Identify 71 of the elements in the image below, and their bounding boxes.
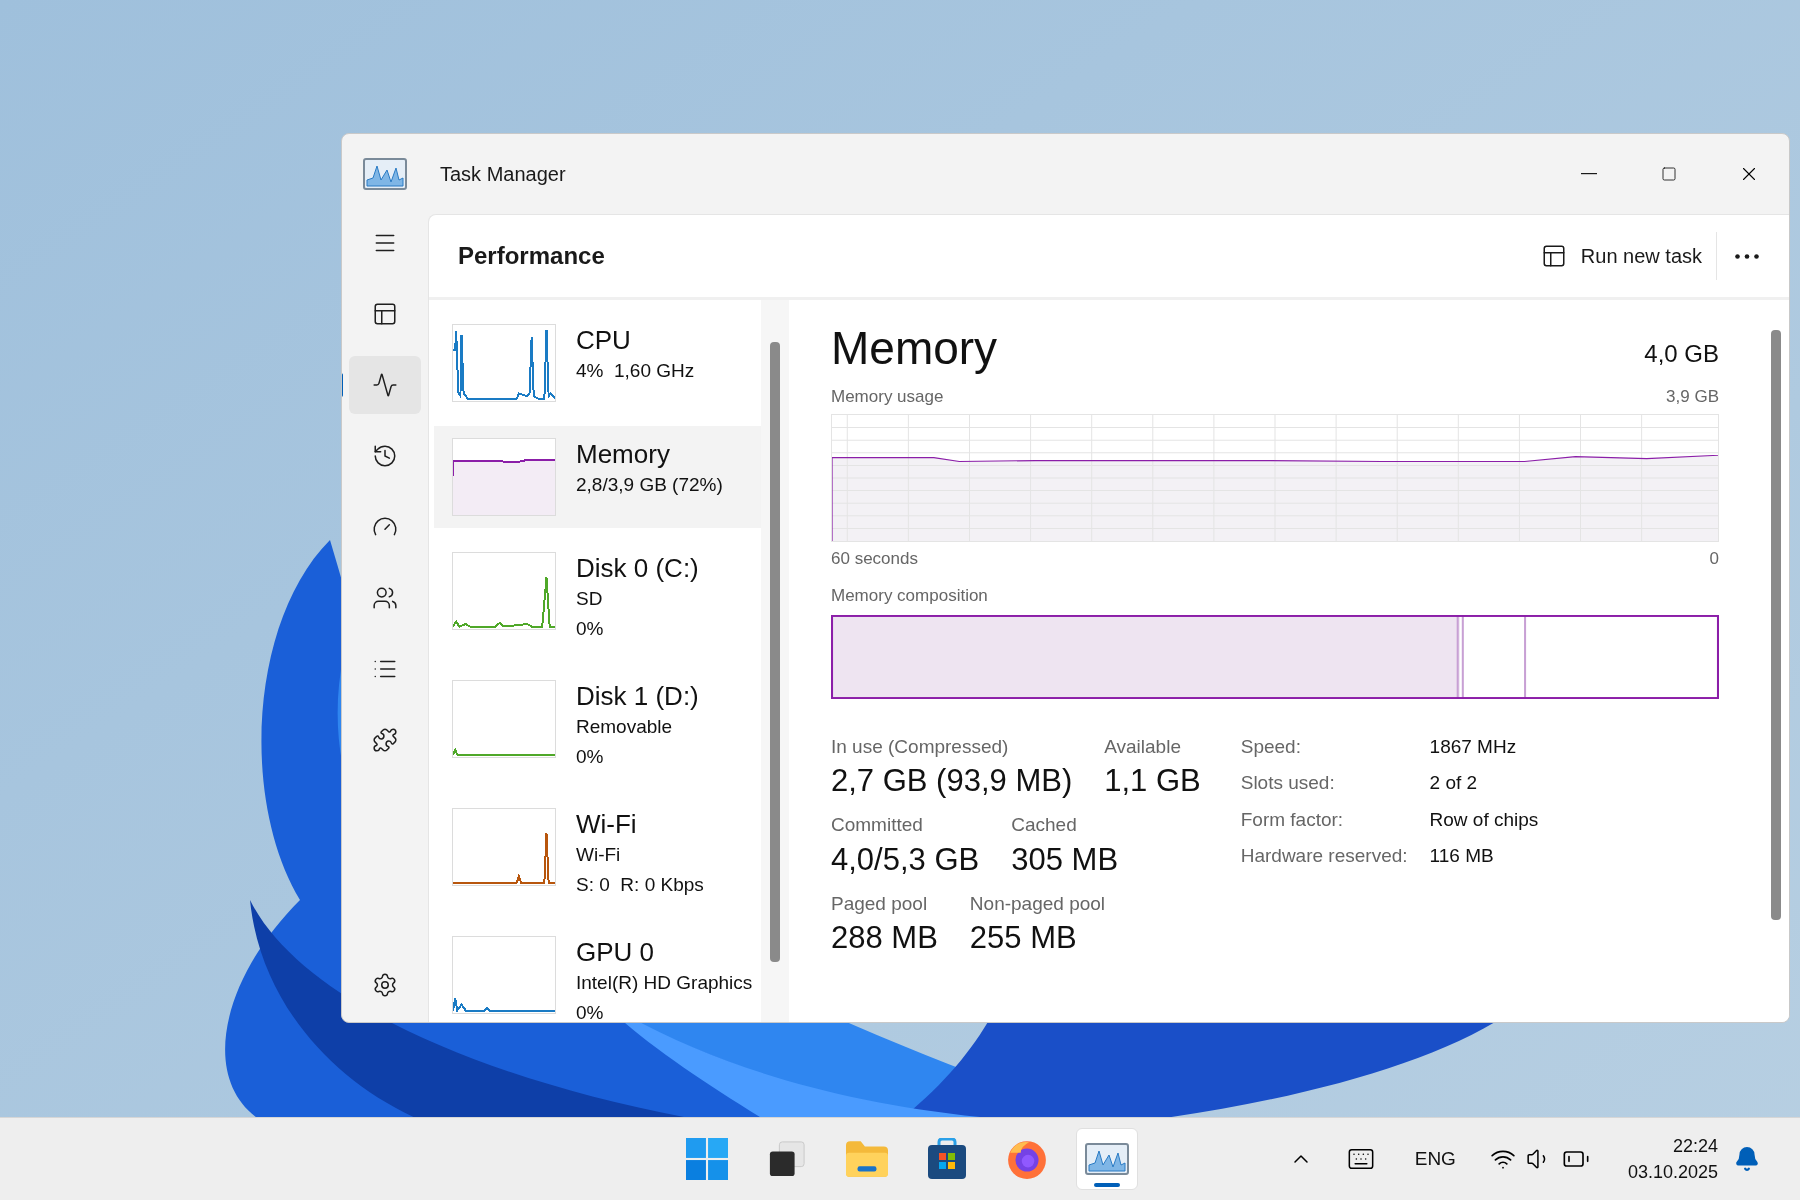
device-detail: Intel(R) HD Graphics xyxy=(576,971,753,995)
device-detail: 2,8/3,9 GB (72%) xyxy=(576,473,723,497)
device-detail: 0% xyxy=(576,745,605,769)
stacked-squares-icon xyxy=(768,1140,806,1178)
graph-window-icon xyxy=(1085,1143,1129,1175)
spec-label: Form factor: xyxy=(1240,807,1345,832)
history-icon xyxy=(372,443,398,469)
device-item[interactable]: Memory 2,8/3,9 GB (72%) xyxy=(434,426,761,528)
language-indicator[interactable]: ENG xyxy=(1408,1144,1462,1174)
users-icon xyxy=(372,585,398,611)
scrollbar-thumb[interactable] xyxy=(770,342,780,962)
page-title: Performance xyxy=(458,241,605,271)
stat-value: 255 MB xyxy=(969,919,1078,957)
device-name: GPU 0 xyxy=(576,936,656,968)
composition-label: Memory composition xyxy=(831,585,989,607)
active-indicator xyxy=(1094,1183,1120,1187)
spec-value: 1867 MHz xyxy=(1429,734,1518,759)
stat-value: 288 MB xyxy=(831,919,938,957)
spec-label: Hardware reserved: xyxy=(1240,844,1408,868)
folder-icon xyxy=(846,1141,888,1177)
device-detail: 4% 1,60 GHz xyxy=(576,359,695,383)
stat-value: 305 MB xyxy=(1011,840,1119,879)
device-detail: SD xyxy=(576,587,604,611)
resource-title: Memory xyxy=(831,321,998,376)
total-memory: 4,0 GB xyxy=(1644,339,1719,369)
stat-label: In use (Compressed) xyxy=(831,734,1010,759)
chart-max-label: 3,9 GB xyxy=(1666,386,1719,408)
device-name: Wi-Fi xyxy=(576,808,638,840)
clock[interactable]: 22:24 03.10.2025 xyxy=(1627,1133,1718,1185)
graph-window-icon xyxy=(363,158,407,190)
stat-label: Available xyxy=(1104,734,1182,759)
chart-label: Memory usage xyxy=(831,386,944,408)
device-detail: 0% xyxy=(576,617,605,641)
minimize-icon xyxy=(1581,173,1597,175)
stat-label: Cached xyxy=(1011,813,1078,837)
spec-label: Slots used: xyxy=(1240,771,1336,795)
stat-label: Paged pool xyxy=(831,891,929,916)
new-task-icon xyxy=(1540,243,1567,269)
device-name: Disk 1 (D:) xyxy=(576,680,699,712)
fox-globe-icon xyxy=(1006,1138,1048,1180)
stat-value: 2,7 GB (93,9 MB) xyxy=(831,762,1073,800)
device-name: Disk 0 (C:) xyxy=(576,552,699,584)
taskbar-app-button[interactable] xyxy=(1076,1128,1138,1190)
scrollbar-thumb[interactable] xyxy=(1771,330,1781,920)
device-detail: 0% xyxy=(576,1001,605,1022)
stat-label: Committed xyxy=(831,813,924,837)
run-new-task-button[interactable]: Run new task xyxy=(1526,232,1717,280)
device-detail: S: 0 R: 0 Kbps xyxy=(576,873,704,897)
notification-bell-icon[interactable] xyxy=(1734,1146,1760,1172)
panels-icon xyxy=(372,301,398,327)
window-title: Task Manager xyxy=(440,162,566,187)
windows-logo-icon xyxy=(686,1138,728,1180)
stat-value: 1,1 GB xyxy=(1104,762,1201,800)
device-name: CPU xyxy=(576,324,632,356)
spec-value: 116 MB xyxy=(1429,844,1495,868)
shopping-bag-icon xyxy=(927,1138,967,1180)
device-detail: Wi-Fi xyxy=(576,843,622,867)
device-detail: Removable xyxy=(576,715,674,739)
more-icon xyxy=(1735,253,1759,259)
stat-value: 4,0/5,3 GB xyxy=(831,840,980,879)
axis-label: 60 seconds xyxy=(831,547,918,570)
stat-label: Non-paged pool xyxy=(969,891,1106,916)
spec-label: Speed: xyxy=(1240,734,1302,759)
settings-icon xyxy=(372,972,398,998)
spec-value: 2 of 2 xyxy=(1429,771,1479,795)
axis-label: 0 xyxy=(1709,547,1719,570)
puzzle-icon xyxy=(372,727,398,753)
pulse-icon xyxy=(372,372,398,398)
device-name: Memory xyxy=(576,438,671,470)
maximize-icon xyxy=(1661,166,1677,182)
spec-value: Row of chips xyxy=(1429,807,1539,832)
